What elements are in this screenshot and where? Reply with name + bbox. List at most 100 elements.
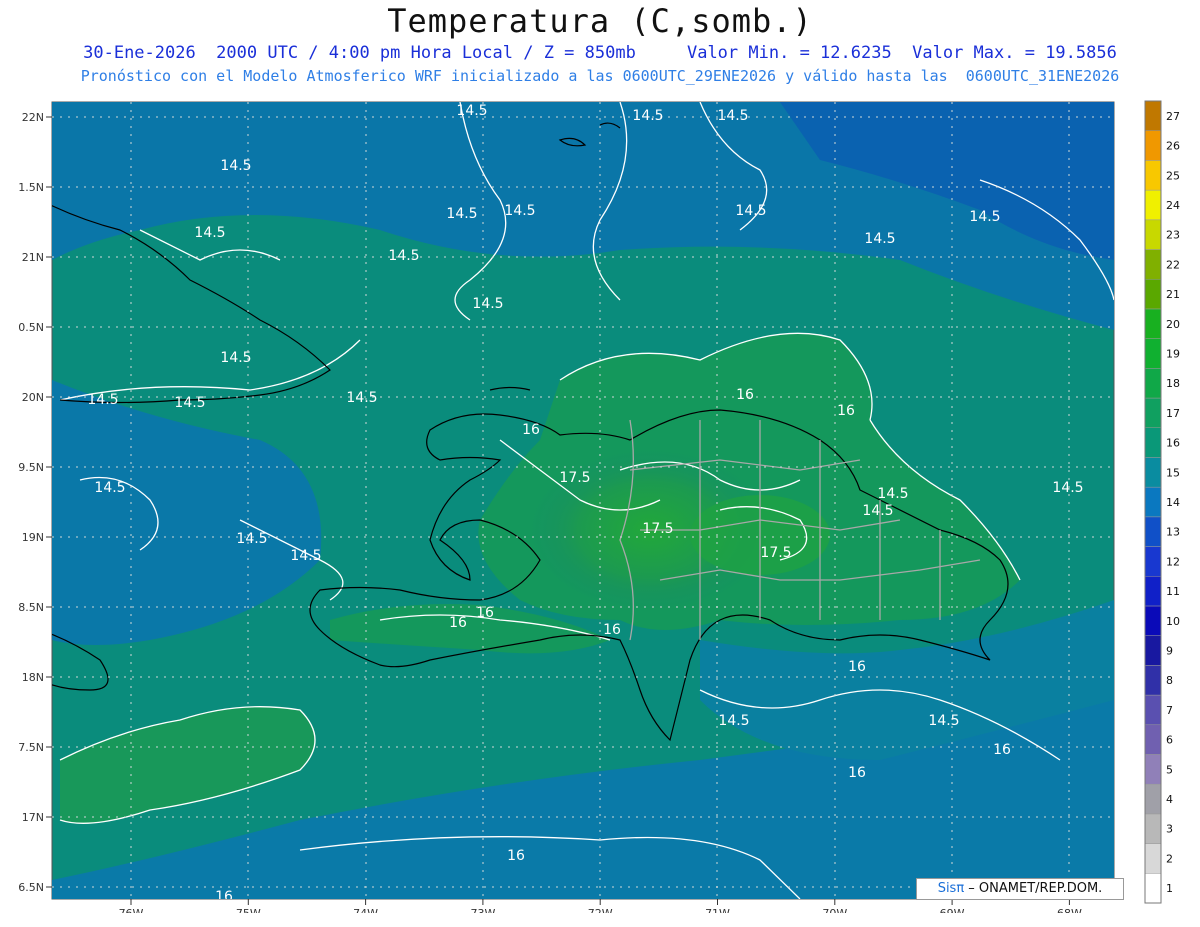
contour-label: 16 bbox=[449, 615, 467, 631]
latitude-labels: 22N 1.5N 21N 0.5N 20N 9.5N 19N 8.5N 18N 7.5N 17N 6.… bbox=[18, 111, 52, 894]
colorbar-swatch bbox=[1144, 130, 1162, 161]
colorbar-label: 22 bbox=[1166, 258, 1180, 271]
contour-label: 14.5 bbox=[472, 296, 503, 312]
contour-label: 14.5 bbox=[969, 209, 1000, 225]
temperature-map: 14.5 14.5 14.514.514.5 14.5 14.5 14.514.5 14.5… bbox=[18, 100, 1180, 913]
contour-label: 16 bbox=[603, 622, 621, 638]
contour-label: 16 bbox=[848, 765, 866, 781]
contour-label: 14.5 bbox=[718, 713, 749, 729]
contour-label: 14.5 bbox=[346, 390, 377, 406]
colorbar-label: 12 bbox=[1166, 555, 1180, 568]
contour-label: 14.5 bbox=[504, 203, 535, 219]
contour-label: 14.5 bbox=[236, 531, 267, 547]
contour-label: 14.5 bbox=[87, 392, 118, 408]
contour-label: 16 bbox=[837, 403, 855, 419]
colorbar-swatch bbox=[1144, 516, 1162, 547]
colorbar-swatch bbox=[1144, 694, 1162, 726]
colorbar-swatch bbox=[1144, 486, 1162, 518]
colorbar-label: 26 bbox=[1166, 140, 1180, 153]
colorbar-label: 21 bbox=[1166, 288, 1180, 301]
contour-label: 14.5 bbox=[864, 231, 895, 247]
colorbar-swatch bbox=[1144, 189, 1162, 221]
colorbar-swatch bbox=[1144, 546, 1162, 577]
colorbar-swatch bbox=[1144, 783, 1162, 815]
colorbar-label: 10 bbox=[1166, 615, 1180, 628]
contour-label: 14.5 bbox=[717, 108, 748, 124]
lon-label: 73W bbox=[470, 907, 495, 913]
colorbar-swatch bbox=[1144, 100, 1162, 131]
lat-label: 21N bbox=[22, 251, 44, 264]
colorbar-swatch bbox=[1144, 843, 1162, 874]
colorbar-label: 8 bbox=[1166, 674, 1173, 687]
lat-label: 19N bbox=[22, 531, 44, 544]
contour-label: 16 bbox=[522, 422, 540, 438]
contour-label: 14.5 bbox=[877, 486, 908, 502]
valid-time-line: 30-Ene-2026 2000 UTC / 4:00 pm Hora Loca… bbox=[83, 43, 1117, 63]
colorbar-label: 4 bbox=[1166, 793, 1173, 806]
colorbar-label: 13 bbox=[1166, 526, 1180, 539]
colorbar-label: 9 bbox=[1166, 645, 1173, 658]
colorbar-label: 24 bbox=[1166, 199, 1180, 212]
lat-label: 18N bbox=[22, 671, 44, 684]
colorbar-swatch bbox=[1144, 249, 1162, 280]
contour-label: 14.5 bbox=[174, 395, 205, 411]
model-info-line: Pronóstico con el Modelo Atmosferico WRF… bbox=[80, 67, 1120, 85]
lat-label: 9.5N bbox=[18, 461, 44, 474]
lon-label: 72W bbox=[588, 907, 613, 913]
colorbar-label: 19 bbox=[1166, 347, 1180, 360]
map-title: Temperatura (C,somb.) bbox=[387, 2, 813, 40]
lon-label: 69W bbox=[940, 907, 965, 913]
contour-label: 16 bbox=[848, 659, 866, 675]
lon-label: 70W bbox=[822, 907, 847, 913]
colorbar-swatch bbox=[1144, 665, 1162, 696]
lat-label: 7.5N bbox=[18, 741, 44, 754]
contour-label: 14.5 bbox=[928, 713, 959, 729]
colorbar: 1234567891011121314151617181920212223242… bbox=[1144, 100, 1180, 904]
contour-label: 16 bbox=[476, 605, 494, 621]
colorbar-swatch bbox=[1144, 160, 1162, 191]
colorbar-swatch bbox=[1144, 635, 1162, 666]
contour-label: 17.5 bbox=[642, 521, 673, 537]
colorbar-label: 7 bbox=[1166, 704, 1173, 717]
colorbar-swatch bbox=[1144, 457, 1162, 488]
contour-label: 16 bbox=[736, 387, 754, 403]
colorbar-label: 15 bbox=[1166, 466, 1180, 479]
colorbar-label: 16 bbox=[1166, 437, 1180, 450]
contour-label: 14.5 bbox=[735, 203, 766, 219]
colorbar-label: 17 bbox=[1166, 407, 1180, 420]
contour-label: 14.5 bbox=[862, 503, 893, 519]
contour-label: 14.5 bbox=[220, 350, 251, 366]
colorbar-swatch bbox=[1144, 576, 1162, 607]
colorbar-swatch bbox=[1144, 338, 1162, 369]
colorbar-swatch bbox=[1144, 724, 1162, 755]
colorbar-swatch bbox=[1144, 397, 1162, 428]
colorbar-label: 1 bbox=[1166, 882, 1173, 895]
colorbar-label: 27 bbox=[1166, 110, 1180, 123]
lon-label: 76W bbox=[119, 907, 144, 913]
lon-label: 74W bbox=[353, 907, 378, 913]
lat-label: 22N bbox=[22, 111, 44, 124]
colorbar-label: 5 bbox=[1166, 763, 1173, 776]
lat-label: 0.5N bbox=[18, 321, 44, 334]
contour-label: 14.5 bbox=[94, 480, 125, 496]
contour-label: 14.5 bbox=[456, 103, 487, 119]
lon-label: 68W bbox=[1057, 907, 1082, 913]
contour-label: 14.5 bbox=[290, 548, 321, 564]
colorbar-swatch bbox=[1144, 427, 1162, 458]
longitude-labels: 76W 75W 74W 73W 72W 71W 70W 69W 68W bbox=[119, 899, 1082, 913]
colorbar-label: 18 bbox=[1166, 377, 1180, 390]
colorbar-swatch bbox=[1144, 308, 1162, 339]
lat-label: 6.5N bbox=[18, 881, 44, 894]
lon-label: 75W bbox=[236, 907, 261, 913]
contour-label: 17.5 bbox=[559, 470, 590, 486]
colorbar-label: 20 bbox=[1166, 318, 1180, 331]
colorbar-label: 25 bbox=[1166, 169, 1180, 182]
credit-text: – ONAMET/REP.DOM. bbox=[964, 881, 1103, 896]
contour-label: 14.5 bbox=[220, 158, 251, 174]
colorbar-swatch bbox=[1144, 605, 1162, 636]
contour-label: 16 bbox=[507, 848, 525, 864]
colorbar-swatch bbox=[1144, 873, 1162, 904]
lat-label: 20N bbox=[22, 391, 44, 404]
colorbar-label: 3 bbox=[1166, 823, 1173, 836]
colorbar-label: 2 bbox=[1166, 852, 1173, 865]
